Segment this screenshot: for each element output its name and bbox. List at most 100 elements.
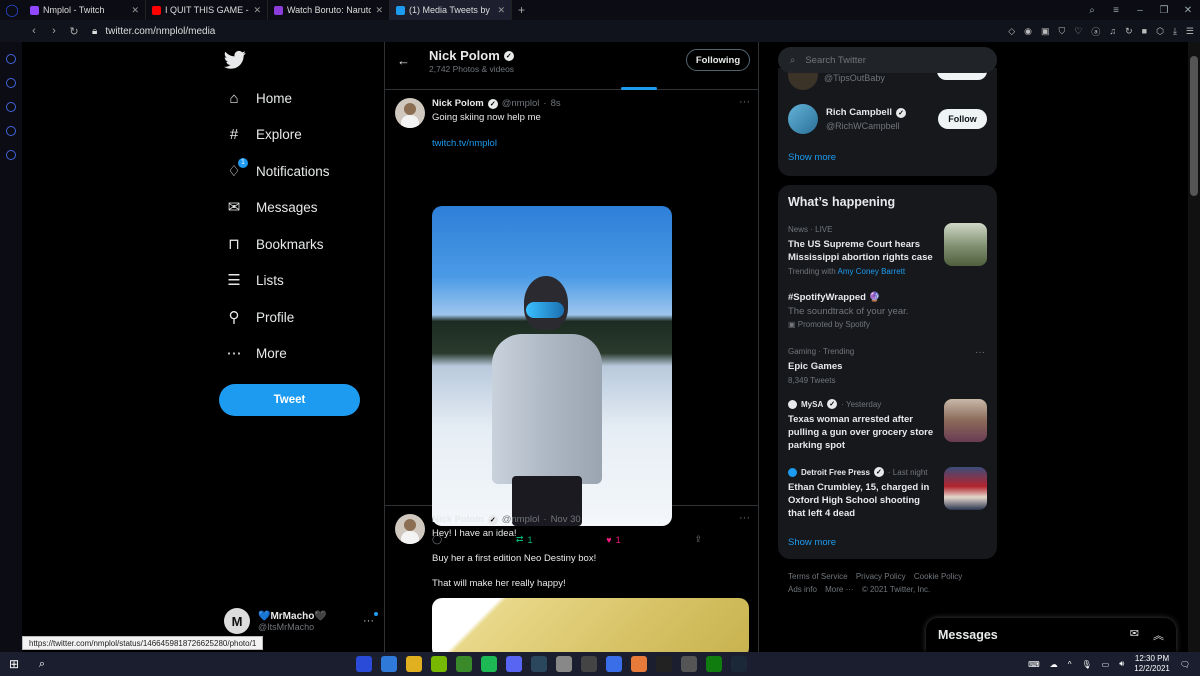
following-button[interactable]: Following	[686, 49, 750, 71]
mail-app-icon[interactable]	[381, 656, 397, 672]
tab-twitter[interactable]: (1) Media Tweets by Nick P ✕	[390, 0, 512, 20]
nav-messages[interactable]: ✉ Messages	[226, 199, 318, 216]
send-icon[interactable]: ◇	[1008, 26, 1015, 37]
close-window-icon[interactable]: ✕	[1176, 5, 1200, 16]
audio-icon[interactable]: ♫	[1109, 26, 1116, 36]
more-dots-icon[interactable]: ···	[739, 512, 750, 524]
notifications-icon[interactable]: 🗨︎	[1180, 660, 1190, 669]
app-icon[interactable]	[556, 656, 572, 672]
trend-sub-link[interactable]: Amy Coney Barrett	[838, 267, 906, 276]
tweet-author-name[interactable]: Nick Polom	[432, 514, 484, 525]
camera-icon[interactable]: ◉	[1024, 26, 1032, 37]
easy-setup-icon[interactable]: ≡	[1104, 5, 1128, 16]
vpn-icon[interactable]: ▣	[1041, 26, 1050, 37]
tab-boruto[interactable]: Watch Boruto: Naruto Next ✕	[268, 0, 390, 20]
download-icon[interactable]: ⤓	[1173, 26, 1177, 37]
follow-button[interactable]: Follow	[938, 109, 987, 129]
who-name[interactable]: Rich Campbell ✓	[826, 107, 906, 118]
mic-icon[interactable]: 🎙︎	[1081, 660, 1091, 669]
search-input[interactable]: ⌕ Search Twitter	[778, 47, 997, 73]
tweet[interactable]: Nick Polom ✓ @nmplol · 8s ··· Going skii…	[385, 90, 758, 545]
keyboard-icon[interactable]: ⌨	[1028, 660, 1040, 669]
news-item[interactable]: MySA ✓ · Yesterday Texas woman arrested …	[788, 399, 938, 452]
reload-icon[interactable]: ↻	[64, 25, 84, 38]
tweet-link[interactable]: twitch.tv/nmplol	[432, 138, 497, 149]
search-icon[interactable]: ⌕	[28, 658, 56, 671]
tweet-time[interactable]: 8s	[551, 98, 561, 109]
folder-app-icon[interactable]	[406, 656, 422, 672]
tweet-author-handle[interactable]: @nmplol	[502, 98, 540, 109]
opera-app-icon[interactable]	[356, 656, 372, 672]
spotify-app-icon[interactable]	[481, 656, 497, 672]
nvidia-app-icon[interactable]	[431, 656, 447, 672]
app-icon[interactable]	[656, 656, 672, 672]
tab-twitch[interactable]: Nmplol - Twitch ✕	[24, 0, 146, 20]
heart-icon[interactable]: ♡	[1074, 26, 1082, 37]
app-icon[interactable]	[581, 656, 597, 672]
nav-more[interactable]: ⋯ More	[226, 345, 287, 362]
messages-drawer[interactable]: Messages ✉ ︽	[926, 618, 1176, 652]
more-dots-icon[interactable]: ···	[363, 612, 378, 627]
search-tabs-icon[interactable]: ⌕	[1080, 5, 1104, 16]
more-dots-icon[interactable]: ···	[975, 347, 985, 358]
tweet-author-handle[interactable]: @nmplol	[502, 514, 540, 525]
avatar[interactable]	[395, 514, 425, 544]
back-arrow-icon[interactable]: ←	[397, 53, 410, 68]
news-thumbnail[interactable]	[944, 399, 987, 442]
extension-red-icon[interactable]: ■	[1142, 26, 1147, 36]
volume-icon[interactable]: 🔊︎	[1119, 659, 1124, 669]
discord-app-icon[interactable]	[506, 656, 522, 672]
tweet-button[interactable]: Tweet	[219, 384, 360, 416]
nav-lists[interactable]: ☰ Lists	[226, 272, 284, 289]
show-more-link[interactable]: Show more	[788, 537, 836, 548]
tab-youtube[interactable]: I QUIT THIS GAME - YouTube ✕	[146, 0, 268, 20]
footer-link[interactable]: Terms of Service	[788, 572, 848, 581]
footer-link[interactable]: Ads info	[788, 585, 817, 594]
who-handle[interactable]: @TipsOutBaby	[824, 73, 885, 83]
more-dots-icon[interactable]: ···	[739, 96, 750, 108]
app-icon[interactable]	[681, 656, 697, 672]
news-thumbnail[interactable]	[944, 467, 987, 510]
minimize-icon[interactable]: –	[1128, 5, 1152, 16]
forward-icon[interactable]: ›	[44, 25, 64, 37]
tweet-time[interactable]: Nov 30	[551, 514, 581, 525]
who-handle[interactable]: @RichWCampbell	[826, 121, 900, 131]
nav-explore[interactable]: # Explore	[226, 126, 302, 143]
network-icon[interactable]: ▭	[1102, 660, 1110, 669]
cloud-icon[interactable]: ☁	[1050, 660, 1058, 669]
tweet-photo[interactable]	[432, 598, 749, 652]
messenger-icon[interactable]	[6, 102, 16, 112]
close-icon[interactable]: ✕	[131, 5, 139, 16]
back-icon[interactable]: ‹	[24, 25, 44, 37]
app-icon[interactable]	[606, 656, 622, 672]
trend-item[interactable]: #SpotifyWrapped 🔮 The soundtrack of your…	[788, 291, 978, 329]
nav-home[interactable]: ⌂ Home	[226, 90, 292, 107]
trend-thumbnail[interactable]	[944, 223, 987, 266]
clock[interactable]: 12:30 PM 12/2/2021	[1134, 654, 1170, 674]
trend-item[interactable]: Gaming · Trending Epic Games 8,349 Tweet…	[788, 347, 938, 385]
menu-icon[interactable]: ☰	[1186, 26, 1194, 37]
footer-link[interactable]: Cookie Policy	[914, 572, 962, 581]
twitter-logo-icon[interactable]	[224, 50, 246, 70]
trend-item[interactable]: News · LIVE The US Supreme Court hears M…	[788, 225, 938, 276]
new-message-icon[interactable]: ✉	[1130, 627, 1139, 643]
cube-icon[interactable]: ⬡	[1156, 26, 1164, 37]
show-more-link[interactable]: Show more	[788, 152, 836, 163]
tweet-author-name[interactable]: Nick Polom	[432, 98, 484, 109]
footer-link[interactable]: More ···	[825, 585, 853, 594]
new-tab-button[interactable]: +	[512, 3, 531, 17]
page-scrollbar[interactable]	[1188, 42, 1200, 652]
chevron-up-icon[interactable]: ^	[1068, 660, 1072, 669]
opera-logo-icon[interactable]: ◯	[0, 0, 24, 20]
nav-profile[interactable]: ⚲ Profile	[226, 309, 295, 326]
media-app-icon[interactable]	[456, 656, 472, 672]
expand-icon[interactable]: ︽	[1153, 627, 1164, 643]
bag-icon[interactable]	[6, 78, 16, 88]
refresh-ext-icon[interactable]: ↻	[1125, 26, 1133, 37]
settings-icon[interactable]	[6, 150, 16, 160]
app-icon[interactable]	[631, 656, 647, 672]
tweet-photo[interactable]	[432, 206, 672, 526]
xbox-app-icon[interactable]	[706, 656, 722, 672]
avatar[interactable]	[788, 104, 818, 134]
avatar[interactable]	[395, 98, 425, 128]
